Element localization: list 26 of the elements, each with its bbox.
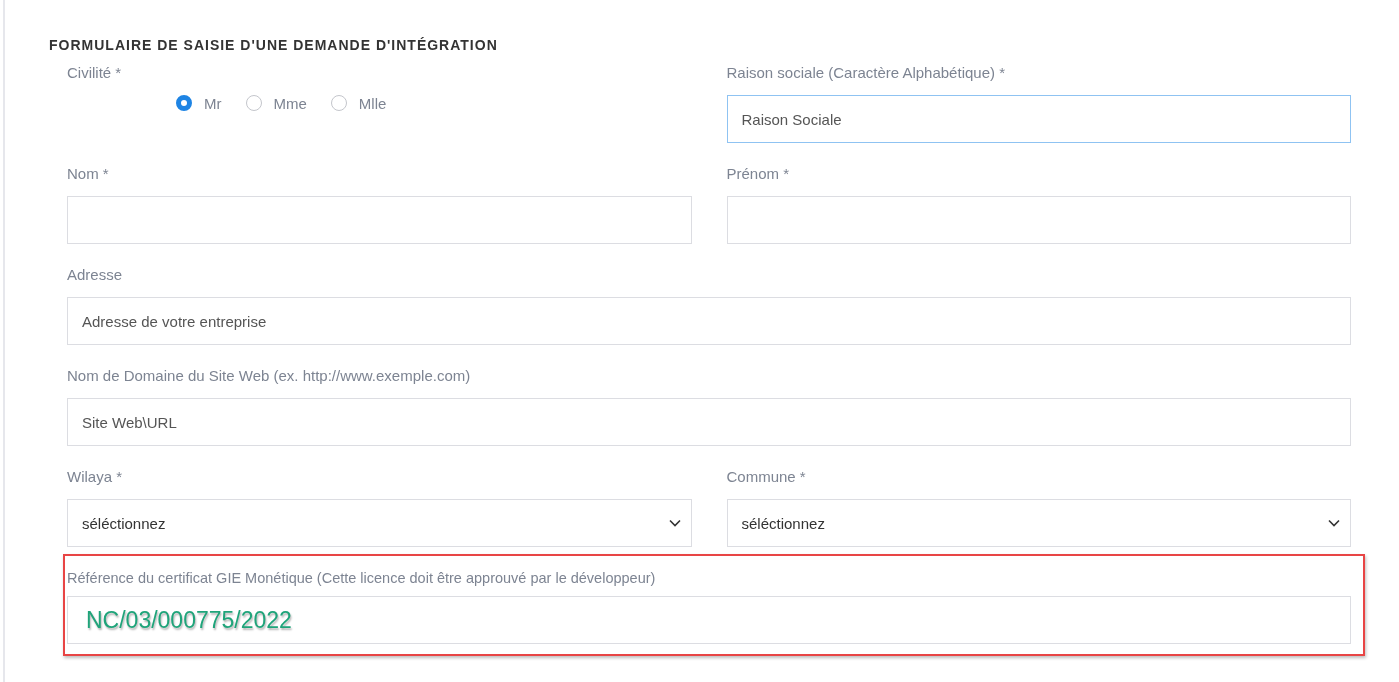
select-field[interactable]: séléctionnez: [726, 499, 1351, 547]
radio-icon[interactable]: [330, 95, 347, 111]
field-label: Nom *: [67, 164, 109, 184]
radio-option[interactable]: Mme: [245, 94, 307, 112]
input-field[interactable]: Adresse de votre entreprise: [67, 297, 1351, 345]
field-label: Prénom *: [726, 164, 790, 184]
radio-option[interactable]: Mlle: [330, 94, 387, 112]
chevron-down-icon: [668, 519, 681, 527]
field-label: Commune *: [726, 467, 806, 487]
field-label: Adresse: [67, 265, 123, 285]
input-field[interactable]: [726, 196, 1351, 244]
field-label: Wilaya *: [67, 467, 122, 487]
radio-icon[interactable]: [176, 95, 192, 111]
form-title: FORMULAIRE DE SAISIE D'UNE DEMANDE D'INTÉGRATION: [49, 37, 498, 53]
field-label: Nom de Domaine du Site Web (ex. http://www.exemple.com): [67, 366, 471, 386]
select-field[interactable]: séléctionnez: [67, 499, 692, 547]
field-label: Civilité *: [67, 63, 123, 83]
radio-option[interactable]: Mr: [176, 94, 222, 112]
field-label: Raison sociale (Caractère Alphabétique) *: [726, 63, 1005, 83]
input-field[interactable]: Site Web\URL: [67, 398, 1351, 446]
chevron-down-icon: [1328, 519, 1340, 527]
input-field[interactable]: NC/03/000775/2022: [67, 596, 1351, 644]
radio-icon[interactable]: [245, 95, 262, 111]
field-label: Référence du certificat GIE Monétique (Cette licence doit être approuvé par le développeur): [67, 569, 656, 588]
input-field[interactable]: Raison Sociale: [726, 95, 1351, 143]
input-field[interactable]: [67, 196, 692, 244]
